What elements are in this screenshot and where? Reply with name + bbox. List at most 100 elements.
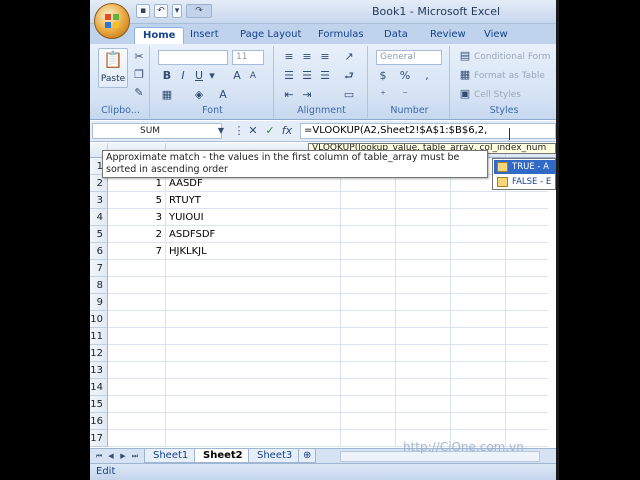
cell-c[interactable] <box>341 226 396 243</box>
cell-a[interactable] <box>108 362 166 379</box>
align-center-icon[interactable]: ☰ <box>300 69 314 83</box>
italic-icon[interactable]: I <box>176 69 190 83</box>
cell-d[interactable] <box>396 243 451 260</box>
cell-a[interactable] <box>108 430 166 447</box>
align-left-icon[interactable]: ☰ <box>282 69 296 83</box>
tab-home[interactable]: Home <box>134 27 185 44</box>
underline-icon[interactable]: U <box>192 69 206 83</box>
tab-insert[interactable]: Insert <box>182 27 227 44</box>
cell-c[interactable] <box>341 430 396 447</box>
cell-c[interactable] <box>341 192 396 209</box>
cell-a[interactable]: 2 <box>108 226 166 243</box>
cell-a[interactable] <box>108 379 166 396</box>
cancel-icon[interactable]: ✕ <box>246 124 260 138</box>
cell-b[interactable] <box>166 396 341 413</box>
cell-b[interactable] <box>166 430 341 447</box>
row-header[interactable]: 16 <box>90 413 108 430</box>
cell-e[interactable] <box>451 345 506 362</box>
cell-d[interactable] <box>396 362 451 379</box>
cell-c[interactable] <box>341 362 396 379</box>
cell-e[interactable] <box>451 243 506 260</box>
row-header[interactable]: 12 <box>90 345 108 362</box>
cell-c[interactable] <box>341 294 396 311</box>
cell-d[interactable] <box>396 209 451 226</box>
cell-e[interactable] <box>451 362 506 379</box>
cell-a[interactable] <box>108 277 166 294</box>
row-header[interactable]: 11 <box>90 328 108 345</box>
cell-c[interactable] <box>341 209 396 226</box>
number-format-dropdown[interactable]: General <box>376 50 442 65</box>
cell-e[interactable] <box>451 294 506 311</box>
comma-style-icon[interactable]: , <box>420 69 434 83</box>
cell-c[interactable] <box>341 345 396 362</box>
fill-color-icon[interactable]: ◈ <box>192 88 206 102</box>
cell-d[interactable] <box>396 192 451 209</box>
formula-input[interactable]: =VLOOKUP(A2,Sheet2!$A$1:$B$6,2, <box>300 123 556 139</box>
cell-a[interactable] <box>108 260 166 277</box>
cell-d[interactable] <box>396 226 451 243</box>
merge-center-icon[interactable]: ▭ <box>342 88 356 102</box>
tab-page-layout[interactable]: Page Layout <box>232 27 309 44</box>
tab-data[interactable]: Data <box>376 27 416 44</box>
cell-b[interactable] <box>166 260 341 277</box>
row-header[interactable]: 5 <box>90 226 108 243</box>
align-right-icon[interactable]: ☰ <box>318 69 332 83</box>
redo-icon[interactable]: ↷ <box>186 4 212 18</box>
cell-d[interactable] <box>396 311 451 328</box>
currency-icon[interactable]: $ <box>376 69 390 83</box>
cut-icon[interactable]: ✂ <box>132 50 146 64</box>
cell-c[interactable] <box>341 379 396 396</box>
sheet-tab-sheet2[interactable]: Sheet2 <box>194 449 252 463</box>
shrink-font-icon[interactable]: A <box>246 69 260 83</box>
cell-d[interactable] <box>396 396 451 413</box>
cell-styles-button[interactable]: Cell Styles <box>474 90 521 100</box>
cell-e[interactable] <box>451 379 506 396</box>
cell-a[interactable] <box>108 328 166 345</box>
cell-b[interactable]: RTUYT <box>166 192 341 209</box>
grow-font-icon[interactable]: A <box>230 69 244 83</box>
font-name-dropdown[interactable] <box>158 50 228 65</box>
cell-e[interactable] <box>451 328 506 345</box>
cell-a[interactable] <box>108 413 166 430</box>
underline-dropdown-icon[interactable]: ▾ <box>208 69 216 83</box>
insert-sheet-icon[interactable]: ⊕ <box>298 449 317 463</box>
cell-e[interactable] <box>451 396 506 413</box>
tab-review[interactable]: Review <box>422 27 474 44</box>
cell-e[interactable] <box>451 277 506 294</box>
name-box[interactable]: SUM <box>92 123 222 139</box>
cell-d[interactable] <box>396 379 451 396</box>
tab-view[interactable]: View <box>476 27 516 44</box>
cell-b[interactable] <box>166 311 341 328</box>
row-header[interactable]: 15 <box>90 396 108 413</box>
row-header[interactable]: 8 <box>90 277 108 294</box>
row-header[interactable]: 17 <box>90 430 108 447</box>
cell-a[interactable]: 7 <box>108 243 166 260</box>
row-header[interactable]: 3 <box>90 192 108 209</box>
cell-b[interactable] <box>166 362 341 379</box>
autocomplete-item-true[interactable]: TRUE - A <box>494 160 556 174</box>
font-color-icon[interactable]: A <box>216 88 230 102</box>
insert-function-icon[interactable]: fx <box>280 124 294 138</box>
row-header[interactable]: 10 <box>90 311 108 328</box>
row-header[interactable]: 4 <box>90 209 108 226</box>
align-middle-icon[interactable]: ≡ <box>300 50 314 64</box>
format-as-table-button[interactable]: Format as Table <box>474 71 545 81</box>
cell-b[interactable]: YUIOUI <box>166 209 341 226</box>
wrap-text-icon[interactable]: ⮐ <box>342 69 356 83</box>
prev-sheet-icon[interactable]: ◀ <box>106 451 116 461</box>
decrease-indent-icon[interactable]: ⇤ <box>282 88 296 102</box>
cell-c[interactable] <box>341 260 396 277</box>
bold-icon[interactable]: B <box>160 69 174 83</box>
undo-icon[interactable]: ↶ <box>154 4 168 18</box>
paste-button[interactable]: 📋 Paste <box>98 48 128 88</box>
cell-e[interactable] <box>451 311 506 328</box>
percent-button[interactable]: % <box>398 69 412 83</box>
last-sheet-icon[interactable]: ⏭ <box>130 451 140 461</box>
sheet-tab-sheet3[interactable]: Sheet3 <box>248 449 302 463</box>
cell-a[interactable]: 3 <box>108 209 166 226</box>
tab-formulas[interactable]: Formulas <box>310 27 372 44</box>
increase-indent-icon[interactable]: ⇥ <box>300 88 314 102</box>
cell-c[interactable] <box>341 277 396 294</box>
cell-d[interactable] <box>396 413 451 430</box>
orientation-icon[interactable]: ↗ <box>342 50 356 64</box>
